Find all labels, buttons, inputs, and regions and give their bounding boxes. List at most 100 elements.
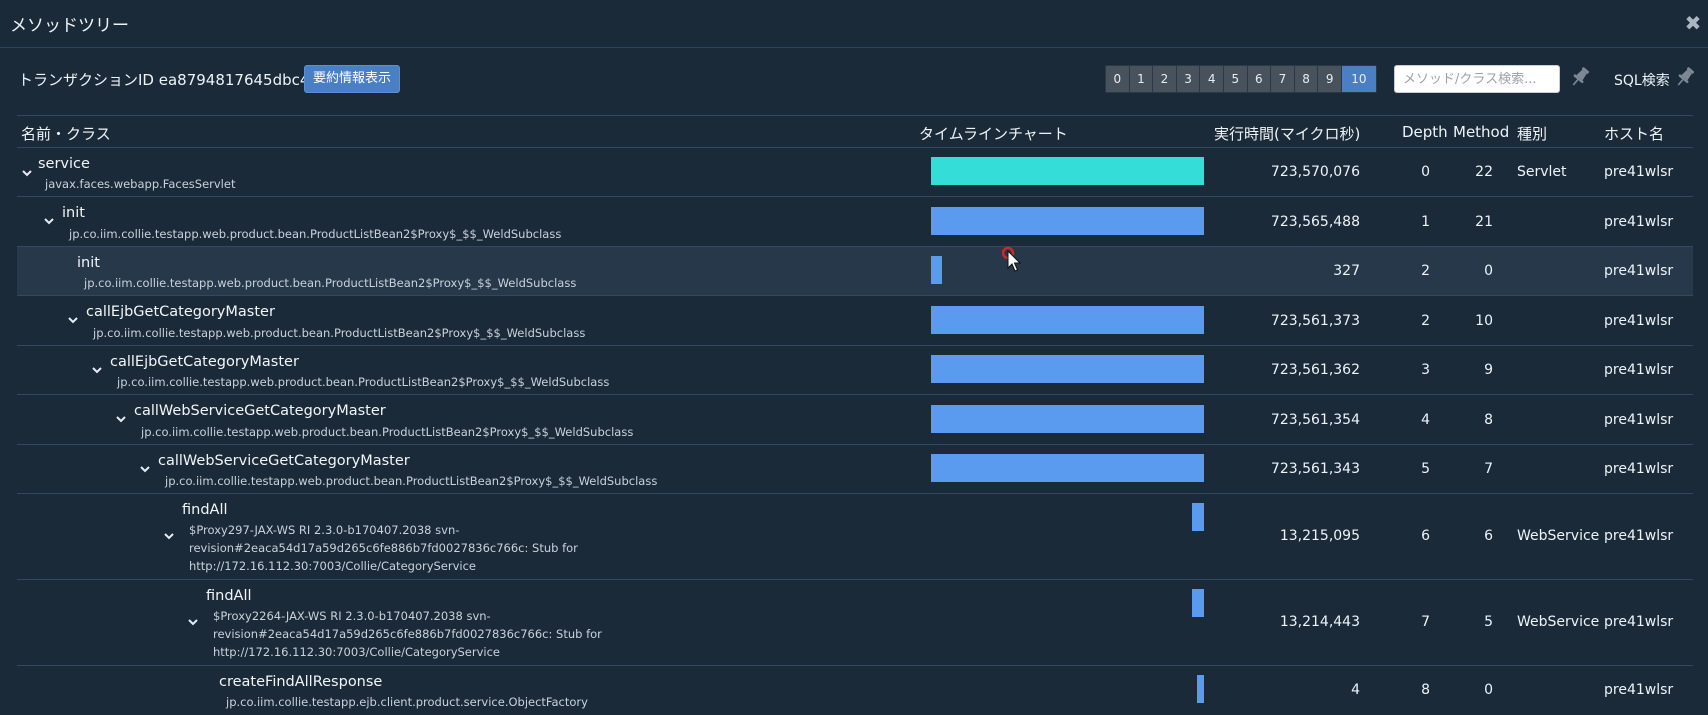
chevron-down-icon[interactable]	[20, 166, 34, 180]
exec-time: 723,565,488	[1270, 214, 1360, 230]
column-header-timeline[interactable]: タイムラインチャート	[919, 123, 1068, 144]
table-row[interactable]: callEjbGetCategoryMaster jp.co.iim.colli…	[17, 346, 1693, 395]
method-class-search-input[interactable]	[1394, 65, 1560, 93]
table-row[interactable]: callWebServiceGetCategoryMaster jp.co.ii…	[17, 445, 1693, 494]
class-name-line: http://172.16.112.30:7003/Collie/Categor…	[189, 559, 477, 573]
depth-value: 6	[1421, 528, 1430, 544]
depth-button-5[interactable]: 5	[1223, 66, 1248, 92]
exec-time: 13,215,095	[1279, 528, 1360, 544]
column-header-method[interactable]: Method	[1453, 123, 1509, 141]
exec-time: 4	[1351, 682, 1360, 698]
column-header-type[interactable]: 種別	[1517, 123, 1547, 144]
column-header-host[interactable]: ホスト名	[1604, 123, 1664, 144]
class-name: jp.co.iim.collie.testapp.web.product.bea…	[84, 276, 577, 290]
table-row[interactable]: service javax.faces.webapp.FacesServlet …	[17, 148, 1693, 197]
method-name: callEjbGetCategoryMaster	[86, 304, 275, 320]
timeline-bar	[931, 405, 1204, 433]
class-name: jp.co.iim.collie.testapp.ejb.client.prod…	[226, 695, 588, 709]
chevron-down-icon[interactable]	[138, 462, 152, 476]
class-name: jp.co.iim.collie.testapp.web.product.bea…	[141, 425, 634, 439]
table-row[interactable]: createFindAllResponse jp.co.iim.collie.t…	[17, 666, 1693, 714]
depth-button-4[interactable]: 4	[1200, 66, 1224, 92]
chevron-down-icon[interactable]	[90, 363, 104, 377]
column-header-depth[interactable]: Depth	[1402, 123, 1448, 141]
method-count: 9	[1484, 362, 1493, 378]
method-count: 0	[1484, 682, 1493, 698]
pin-icon[interactable]	[1673, 65, 1697, 89]
exec-time: 723,570,076	[1270, 164, 1360, 180]
timeline-bar	[1192, 503, 1204, 531]
timeline-bar	[1197, 675, 1204, 703]
class-name-line: revision#2eaca54d17a59d265c6fe886b7fd002…	[213, 627, 602, 641]
class-name-line: $Proxy2264-JAX-WS RI 2.3.0-b170407.2038 …	[213, 609, 491, 623]
class-name: jp.co.iim.collie.testapp.web.product.bea…	[165, 474, 658, 488]
method-name: service	[38, 156, 90, 172]
class-name: jp.co.iim.collie.testapp.web.product.bea…	[69, 227, 562, 241]
pin-icon[interactable]	[1568, 65, 1592, 89]
host-value: pre41wlsr	[1604, 313, 1674, 329]
depth-button-7[interactable]: 7	[1271, 66, 1295, 92]
method-name: init	[77, 255, 100, 271]
table-row[interactable]: findAll $Proxy2264-JAX-WS RI 2.3.0-b1704…	[17, 580, 1693, 666]
timeline-bar	[931, 454, 1204, 482]
depth-value: 0	[1421, 164, 1430, 180]
method-count: 0	[1484, 263, 1493, 279]
sql-search-label[interactable]: SQL検索	[1614, 70, 1670, 90]
timeline-bar	[931, 355, 1204, 383]
window-titlebar: メソッドツリー ✖	[0, 0, 1708, 48]
depth-filter-group: 0 1 2 3 4 5 6 7 8 9 10	[1105, 65, 1377, 93]
method-name: findAll	[182, 502, 228, 518]
chevron-down-icon[interactable]	[162, 529, 176, 543]
depth-button-3[interactable]: 3	[1176, 66, 1201, 92]
method-name: callWebServiceGetCategoryMaster	[158, 453, 410, 469]
chevron-down-icon[interactable]	[66, 313, 80, 327]
type-value: WebService	[1517, 528, 1600, 544]
table-row[interactable]: callEjbGetCategoryMaster jp.co.iim.colli…	[17, 296, 1693, 346]
table-row[interactable]: findAll $Proxy297-JAX-WS RI 2.3.0-b17040…	[17, 494, 1693, 580]
method-count: 5	[1484, 614, 1493, 630]
column-header-name[interactable]: 名前・クラス	[21, 123, 111, 144]
chevron-down-icon[interactable]	[42, 214, 56, 228]
depth-value: 2	[1421, 263, 1430, 279]
depth-value: 4	[1421, 412, 1430, 428]
table-row[interactable]: init jp.co.iim.collie.testapp.web.produc…	[17, 197, 1693, 247]
host-value: pre41wlsr	[1604, 682, 1674, 698]
host-value: pre41wlsr	[1604, 461, 1674, 477]
transaction-id-label: トランザクションID ea8794817645dbc4	[18, 71, 310, 89]
table-row[interactable]: callWebServiceGetCategoryMaster jp.co.ii…	[17, 395, 1693, 445]
depth-button-9[interactable]: 9	[1318, 66, 1342, 92]
class-name: jp.co.iim.collie.testapp.web.product.bea…	[117, 375, 610, 389]
table-header: 名前・クラス タイムラインチャート 実行時間(マイクロ秒) Depth Meth…	[17, 115, 1693, 148]
depth-button-6[interactable]: 6	[1247, 66, 1272, 92]
method-name: init	[62, 205, 85, 221]
column-header-exec-time[interactable]: 実行時間(マイクロ秒)	[1214, 123, 1360, 144]
chevron-down-icon[interactable]	[114, 412, 128, 426]
host-value: pre41wlsr	[1604, 412, 1674, 428]
depth-value: 1	[1421, 214, 1430, 230]
depth-button-10[interactable]: 10	[1341, 66, 1376, 92]
timeline-bar	[931, 256, 942, 284]
exec-time: 13,214,443	[1279, 614, 1360, 630]
depth-button-0[interactable]: 0	[1106, 66, 1130, 92]
timeline-bar	[931, 306, 1204, 334]
depth-value: 7	[1421, 614, 1430, 630]
depth-button-8[interactable]: 8	[1294, 66, 1319, 92]
window-title: メソッドツリー	[10, 16, 129, 36]
chevron-down-icon[interactable]	[186, 615, 200, 629]
exec-time: 327	[1333, 263, 1360, 279]
method-count: 7	[1484, 461, 1493, 477]
toolbar: トランザクションID ea8794817645dbc4 要約情報表示 01234…	[0, 60, 1708, 100]
host-value: pre41wlsr	[1604, 164, 1674, 180]
exec-time: 723,561,362	[1270, 362, 1360, 378]
depth-value: 3	[1421, 362, 1430, 378]
table-row[interactable]: init jp.co.iim.collie.testapp.web.produc…	[17, 247, 1693, 296]
depth-value: 5	[1421, 461, 1430, 477]
depth-button-2[interactable]: 2	[1153, 66, 1177, 92]
host-value: pre41wlsr	[1604, 528, 1674, 544]
depth-value: 2	[1421, 313, 1430, 329]
host-value: pre41wlsr	[1604, 614, 1674, 630]
close-icon[interactable]: ✖	[1682, 12, 1704, 34]
summary-info-button[interactable]: 要約情報表示	[304, 65, 400, 93]
depth-button-1[interactable]: 1	[1129, 66, 1154, 92]
method-count: 10	[1475, 313, 1493, 329]
